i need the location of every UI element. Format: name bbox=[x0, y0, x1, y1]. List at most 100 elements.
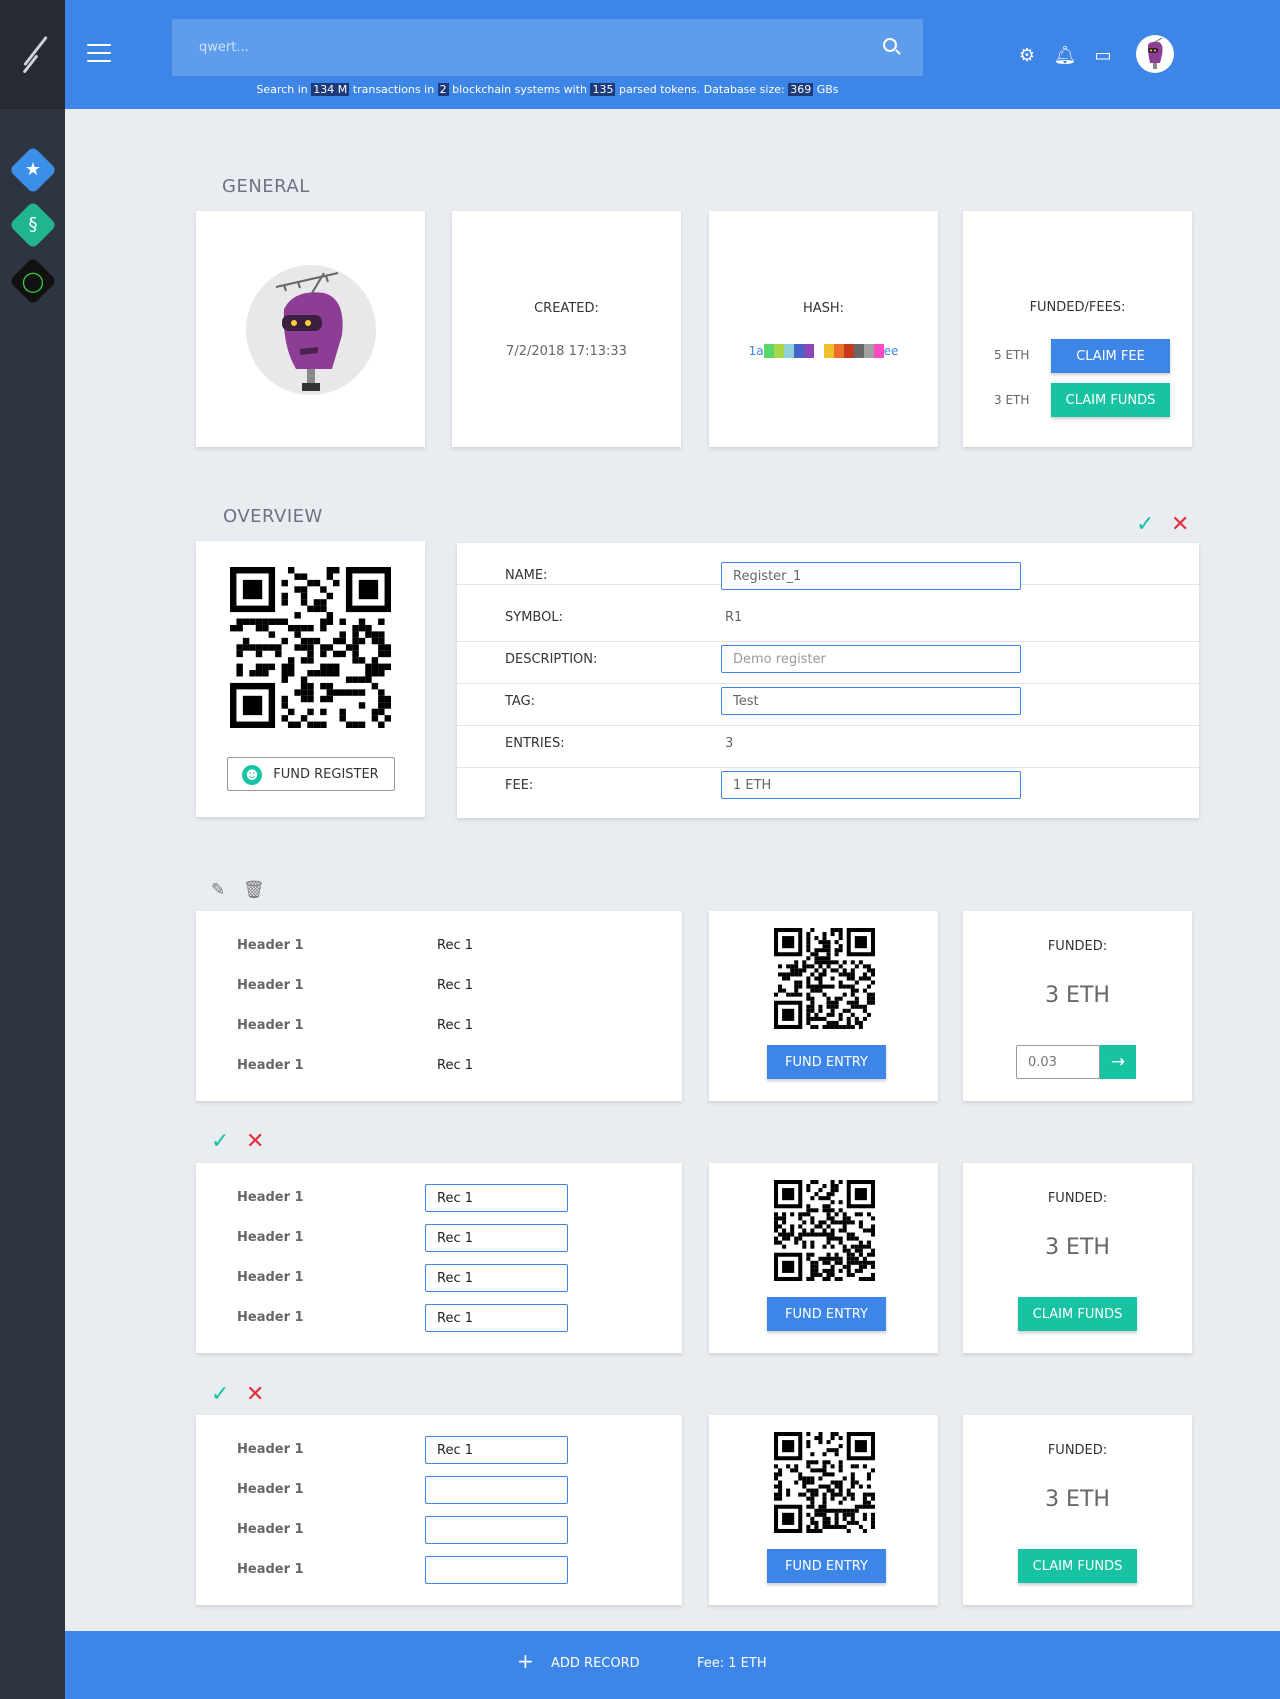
record-qr-card: FUND ENTRY bbox=[709, 1415, 938, 1605]
fund-register-label: FUND REGISTER bbox=[273, 766, 379, 782]
funded-value: 3 ETH bbox=[1045, 983, 1110, 1008]
record-header: Header 1 bbox=[237, 1270, 304, 1285]
hash-color-block bbox=[843, 344, 854, 358]
record-header: Header 1 bbox=[237, 1230, 304, 1245]
record-field[interactable] bbox=[425, 1184, 568, 1212]
hash-label: HASH: bbox=[802, 301, 845, 316]
field-label: NAME: bbox=[505, 568, 548, 583]
claim-funds-button[interactable]: CLAIM FUNDS bbox=[1018, 1297, 1137, 1331]
search-input[interactable] bbox=[172, 19, 872, 76]
hash-end: ee bbox=[883, 344, 899, 358]
arrow-right-icon[interactable]: → bbox=[1100, 1045, 1136, 1079]
record-field[interactable] bbox=[425, 1436, 568, 1464]
record-card: Header 1 Rec 1 Header 1 Rec 1 Header 1 Rec … bbox=[196, 911, 682, 1101]
close-icon[interactable]: ✕ bbox=[1171, 512, 1189, 537]
left-sidebar: ★ § ◯ bbox=[0, 0, 65, 1699]
qr-code bbox=[774, 1432, 875, 1533]
name-field[interactable] bbox=[721, 562, 1021, 590]
check-icon[interactable]: ✓ bbox=[211, 1382, 229, 1407]
search-icon[interactable] bbox=[883, 38, 897, 52]
fund-register-button[interactable]: ☻ FUND REGISTER bbox=[227, 757, 395, 791]
record-header: Header 1 bbox=[237, 1522, 304, 1537]
hash-color-block bbox=[873, 344, 884, 358]
check-icon[interactable]: ✓ bbox=[1136, 512, 1154, 537]
general-title: GENERAL bbox=[222, 176, 310, 197]
hash-color-block bbox=[763, 344, 774, 358]
record-field[interactable] bbox=[425, 1476, 568, 1504]
footer-fee: Fee: 1 ETH bbox=[697, 1656, 767, 1671]
record-field[interactable] bbox=[425, 1516, 568, 1544]
record-header: Header 1 bbox=[237, 1058, 304, 1073]
ring-coin-icon[interactable]: ◯ bbox=[8, 256, 58, 306]
search-stats: Search in 134 M transactions in 2 blockc… bbox=[256, 83, 839, 96]
check-icon[interactable]: ✓ bbox=[211, 1129, 229, 1154]
overview-row-entries: ENTRIES: 3 bbox=[457, 726, 1199, 768]
funded-label: FUNDED: bbox=[1047, 939, 1108, 954]
funded-fees-card: FUNDED/FEES: 5 ETH CLAIM FEE 3 ETH CLAIM… bbox=[963, 211, 1192, 447]
entries-value: 3 bbox=[725, 736, 734, 751]
search-box bbox=[172, 19, 923, 76]
fund-entry-button[interactable]: FUND ENTRY bbox=[767, 1549, 886, 1583]
bell-icon[interactable]: 🔔︎ bbox=[1053, 44, 1077, 68]
close-icon[interactable]: ✕ bbox=[246, 1382, 264, 1407]
qr-code bbox=[230, 567, 391, 728]
record-field[interactable] bbox=[425, 1264, 568, 1292]
smiley-token-icon: ☻ bbox=[242, 765, 262, 785]
funds-amount: 3 ETH bbox=[994, 393, 1030, 407]
overview-row-tag: TAG: bbox=[457, 684, 1199, 726]
close-icon[interactable]: ✕ bbox=[246, 1129, 264, 1154]
fund-amount-input[interactable] bbox=[1016, 1045, 1100, 1079]
hash-value[interactable]: 1a ee bbox=[709, 344, 938, 358]
created-value: 7/2/2018 17:13:33 bbox=[506, 344, 627, 359]
record-header: Header 1 bbox=[237, 1482, 304, 1497]
qr-code bbox=[774, 1180, 875, 1281]
fund-entry-button[interactable]: FUND ENTRY bbox=[767, 1045, 886, 1079]
funded-fees-label: FUNDED/FEES: bbox=[1029, 300, 1126, 315]
created-card: CREATED: 7/2/2018 17:13:33 bbox=[452, 211, 681, 447]
description-field[interactable] bbox=[721, 645, 1021, 673]
menu-icon[interactable] bbox=[87, 44, 111, 62]
overview-table: NAME: SYMBOL: R1 DESCRIPTION: TAG: ENTRI… bbox=[457, 543, 1199, 818]
fund-entry-button[interactable]: FUND ENTRY bbox=[767, 1297, 886, 1331]
user-avatar[interactable] bbox=[1136, 35, 1174, 73]
created-label: CREATED: bbox=[534, 301, 599, 316]
field-label: ENTRIES: bbox=[505, 736, 565, 751]
hash-color-block bbox=[853, 344, 864, 358]
add-record-button[interactable]: + ADD RECORD bbox=[517, 1649, 640, 1673]
hash-color-block bbox=[813, 344, 824, 358]
record-header: Header 1 bbox=[237, 1442, 304, 1457]
hash-color-block bbox=[823, 344, 834, 358]
stumble-coin-icon[interactable]: § bbox=[8, 200, 58, 250]
overview-row-name: NAME: bbox=[457, 543, 1199, 590]
pencil-icon[interactable]: ✎ bbox=[211, 880, 225, 900]
trash-icon[interactable]: 🗑︎ bbox=[243, 880, 265, 900]
register-avatar bbox=[246, 265, 376, 395]
tag-field[interactable] bbox=[721, 687, 1021, 715]
gear-icon[interactable]: ⚙ bbox=[1015, 44, 1039, 68]
record-qr-card: FUND ENTRY bbox=[709, 911, 938, 1101]
brand-logo[interactable] bbox=[0, 0, 65, 109]
hash-color-block bbox=[793, 344, 804, 358]
star-coin-icon[interactable]: ★ bbox=[8, 145, 58, 195]
claim-funds-button[interactable]: CLAIM FUNDS bbox=[1018, 1549, 1137, 1583]
overview-title: OVERVIEW bbox=[223, 506, 323, 527]
funded-label: FUNDED: bbox=[1047, 1443, 1108, 1458]
record-field[interactable] bbox=[425, 1556, 568, 1584]
footer-bar: + ADD RECORD Fee: 1 ETH bbox=[65, 1631, 1280, 1699]
record-field[interactable] bbox=[425, 1224, 568, 1252]
claim-funds-button[interactable]: CLAIM FUNDS bbox=[1051, 383, 1170, 417]
hash-color-block bbox=[773, 344, 784, 358]
record-funded-card: FUNDED: 3 ETH → bbox=[963, 911, 1192, 1101]
logo-slash bbox=[23, 35, 48, 67]
claim-fee-button[interactable]: CLAIM FEE bbox=[1051, 339, 1170, 373]
wallet-icon[interactable]: ▭ bbox=[1091, 44, 1115, 68]
qr-code bbox=[774, 928, 875, 1029]
overview-row-symbol: SYMBOL: R1 bbox=[457, 600, 1199, 642]
field-label: DESCRIPTION: bbox=[505, 652, 598, 667]
record-field[interactable] bbox=[425, 1304, 568, 1332]
record-header: Header 1 bbox=[237, 1190, 304, 1205]
field-label: SYMBOL: bbox=[505, 610, 563, 625]
fee-field[interactable] bbox=[721, 771, 1021, 799]
record-value: Rec 1 bbox=[437, 1058, 473, 1073]
hash-card: HASH: 1a ee bbox=[709, 211, 938, 447]
